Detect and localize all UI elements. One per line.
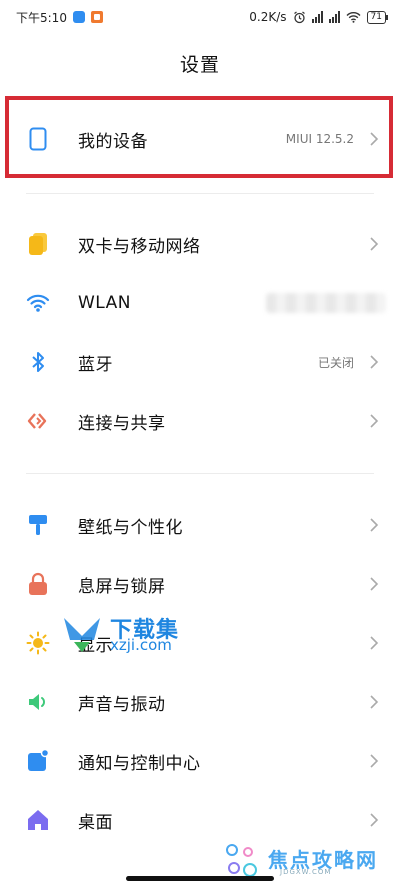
app-notification-icon [90,11,103,23]
watermark-logo-icon [64,618,100,652]
share-connect-icon [26,409,50,433]
divider [26,193,374,194]
watermark-url: xzji.com [110,636,172,654]
divider [26,473,374,474]
row-label: 连接与共享 [78,413,166,434]
status-right: 0.2K/s 71 [249,10,389,24]
signal-icon [311,11,323,23]
page-title: 设置 [179,54,220,76]
watermark-dots-icon [226,844,257,877]
wifi-icon [26,291,50,315]
status-bar: 下午5:10 0.2K/s 71 [0,0,400,34]
sidebar-item-bluetooth[interactable]: 蓝牙 已关闭 [0,333,400,391]
bluetooth-status: 已关闭 [317,355,354,370]
chevron-right-icon [370,414,379,428]
battery-icon: 71 [366,10,389,24]
signal-icon [328,11,340,23]
row-label: 通知与控制中心 [78,753,201,774]
sidebar-item-wallpaper[interactable]: 壁纸与个性化 [0,496,400,554]
watermark-download: 下载集 xzji.com [64,612,200,658]
chevron-right-icon [370,636,379,650]
row-label: 桌面 [78,812,113,833]
notification-icon [26,749,50,773]
wifi-status-icon [346,12,361,23]
sidebar-item-notifications[interactable]: 通知与控制中心 [0,732,400,790]
chevron-right-icon [370,577,379,591]
status-time: 下午5:10 [16,10,67,25]
brush-icon [26,513,50,537]
sun-icon [26,631,50,655]
chevron-right-icon [370,813,379,827]
chevron-right-icon [370,237,379,251]
home-indicator[interactable] [126,876,274,881]
status-left: 下午5:10 [16,9,103,26]
chevron-right-icon [370,695,379,709]
sidebar-item-dual-sim[interactable]: 双卡与移动网络 [0,215,400,273]
redacted-network-name [266,293,386,313]
alarm-icon [293,11,305,23]
speaker-icon [26,690,50,714]
sidebar-item-wlan[interactable]: WLAN [0,274,400,332]
sidebar-item-connection-sharing[interactable]: 连接与共享 [0,392,400,450]
bluetooth-icon [26,350,50,374]
row-label: 息屏与锁屏 [78,576,166,597]
network-speed: 0.2K/s [249,10,287,24]
chevron-right-icon [370,355,379,369]
sidebar-item-sound[interactable]: 声音与振动 [0,673,400,731]
row-label: 双卡与移动网络 [78,236,201,257]
row-label: 蓝牙 [78,354,113,375]
sim-card-icon [26,232,50,256]
app-notification-icon [72,11,85,23]
chevron-right-icon [370,754,379,768]
sidebar-item-lock-screen[interactable]: 息屏与锁屏 [0,555,400,613]
sidebar-item-desktop[interactable]: 桌面 [0,791,400,849]
lock-icon [26,572,50,596]
highlight-box [5,96,393,178]
home-icon [26,808,50,832]
row-label: 壁纸与个性化 [78,517,183,538]
row-label: 声音与振动 [78,694,166,715]
watermark-url: JDGXW.COM [280,868,332,876]
row-label: WLAN [78,293,132,313]
chevron-right-icon [370,518,379,532]
